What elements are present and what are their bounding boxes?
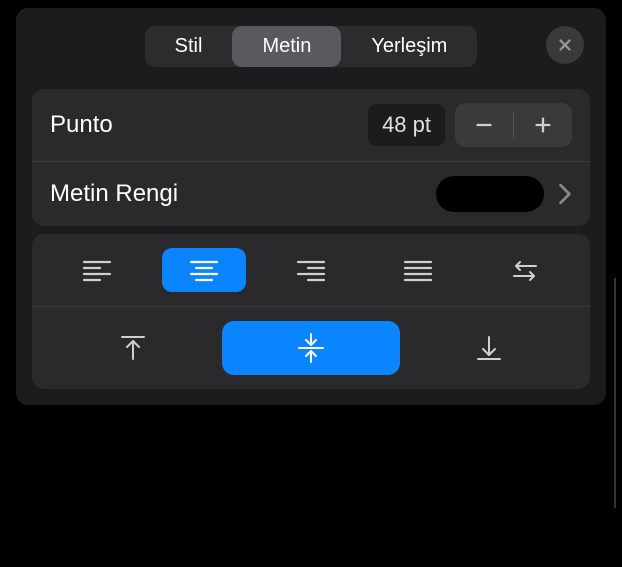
- format-panel: Stil Metin Yerleşim Punto 48 pt: [16, 8, 606, 405]
- align-justify-icon: [403, 258, 433, 282]
- font-section: Punto 48 pt Metin Rengi: [32, 89, 590, 226]
- close-icon: [556, 36, 574, 54]
- vertical-alignment-row: [32, 306, 590, 389]
- align-right-button[interactable]: [269, 248, 353, 292]
- align-center-icon: [189, 258, 219, 282]
- valign-bottom-icon: [474, 333, 504, 363]
- font-size-stepper: [455, 103, 572, 147]
- alignment-section: [32, 234, 590, 389]
- tab-style[interactable]: Stil: [145, 26, 233, 67]
- horizontal-alignment-row: [32, 234, 590, 306]
- minus-icon: [473, 114, 495, 136]
- font-size-label: Punto: [50, 111, 368, 139]
- text-direction-button[interactable]: [483, 248, 567, 292]
- valign-top-icon: [118, 333, 148, 363]
- tab-layout[interactable]: Yerleşim: [341, 26, 477, 67]
- font-size-value[interactable]: 48 pt: [368, 104, 445, 146]
- tab-text[interactable]: Metin: [232, 26, 341, 67]
- align-justify-button[interactable]: [376, 248, 460, 292]
- text-color-swatch[interactable]: [436, 176, 544, 212]
- tab-header: Stil Metin Yerleşim: [16, 8, 606, 81]
- close-button[interactable]: [546, 26, 584, 64]
- callout-line: [614, 278, 616, 508]
- font-size-row: Punto 48 pt: [32, 89, 590, 161]
- increase-size-button[interactable]: [514, 103, 572, 147]
- align-left-icon: [82, 258, 112, 282]
- tab-group: Stil Metin Yerleşim: [145, 26, 478, 67]
- align-right-icon: [296, 258, 326, 282]
- text-color-label: Metin Rengi: [50, 180, 436, 208]
- chevron-right-icon: [558, 183, 572, 205]
- valign-middle-icon: [295, 332, 327, 364]
- plus-icon: [532, 114, 554, 136]
- valign-bottom-button[interactable]: [400, 321, 578, 375]
- align-center-button[interactable]: [162, 248, 246, 292]
- valign-middle-button[interactable]: [222, 321, 400, 375]
- decrease-size-button[interactable]: [455, 103, 513, 147]
- text-direction-icon: [510, 258, 540, 282]
- align-left-button[interactable]: [55, 248, 139, 292]
- valign-top-button[interactable]: [44, 321, 222, 375]
- text-color-row[interactable]: Metin Rengi: [32, 161, 590, 226]
